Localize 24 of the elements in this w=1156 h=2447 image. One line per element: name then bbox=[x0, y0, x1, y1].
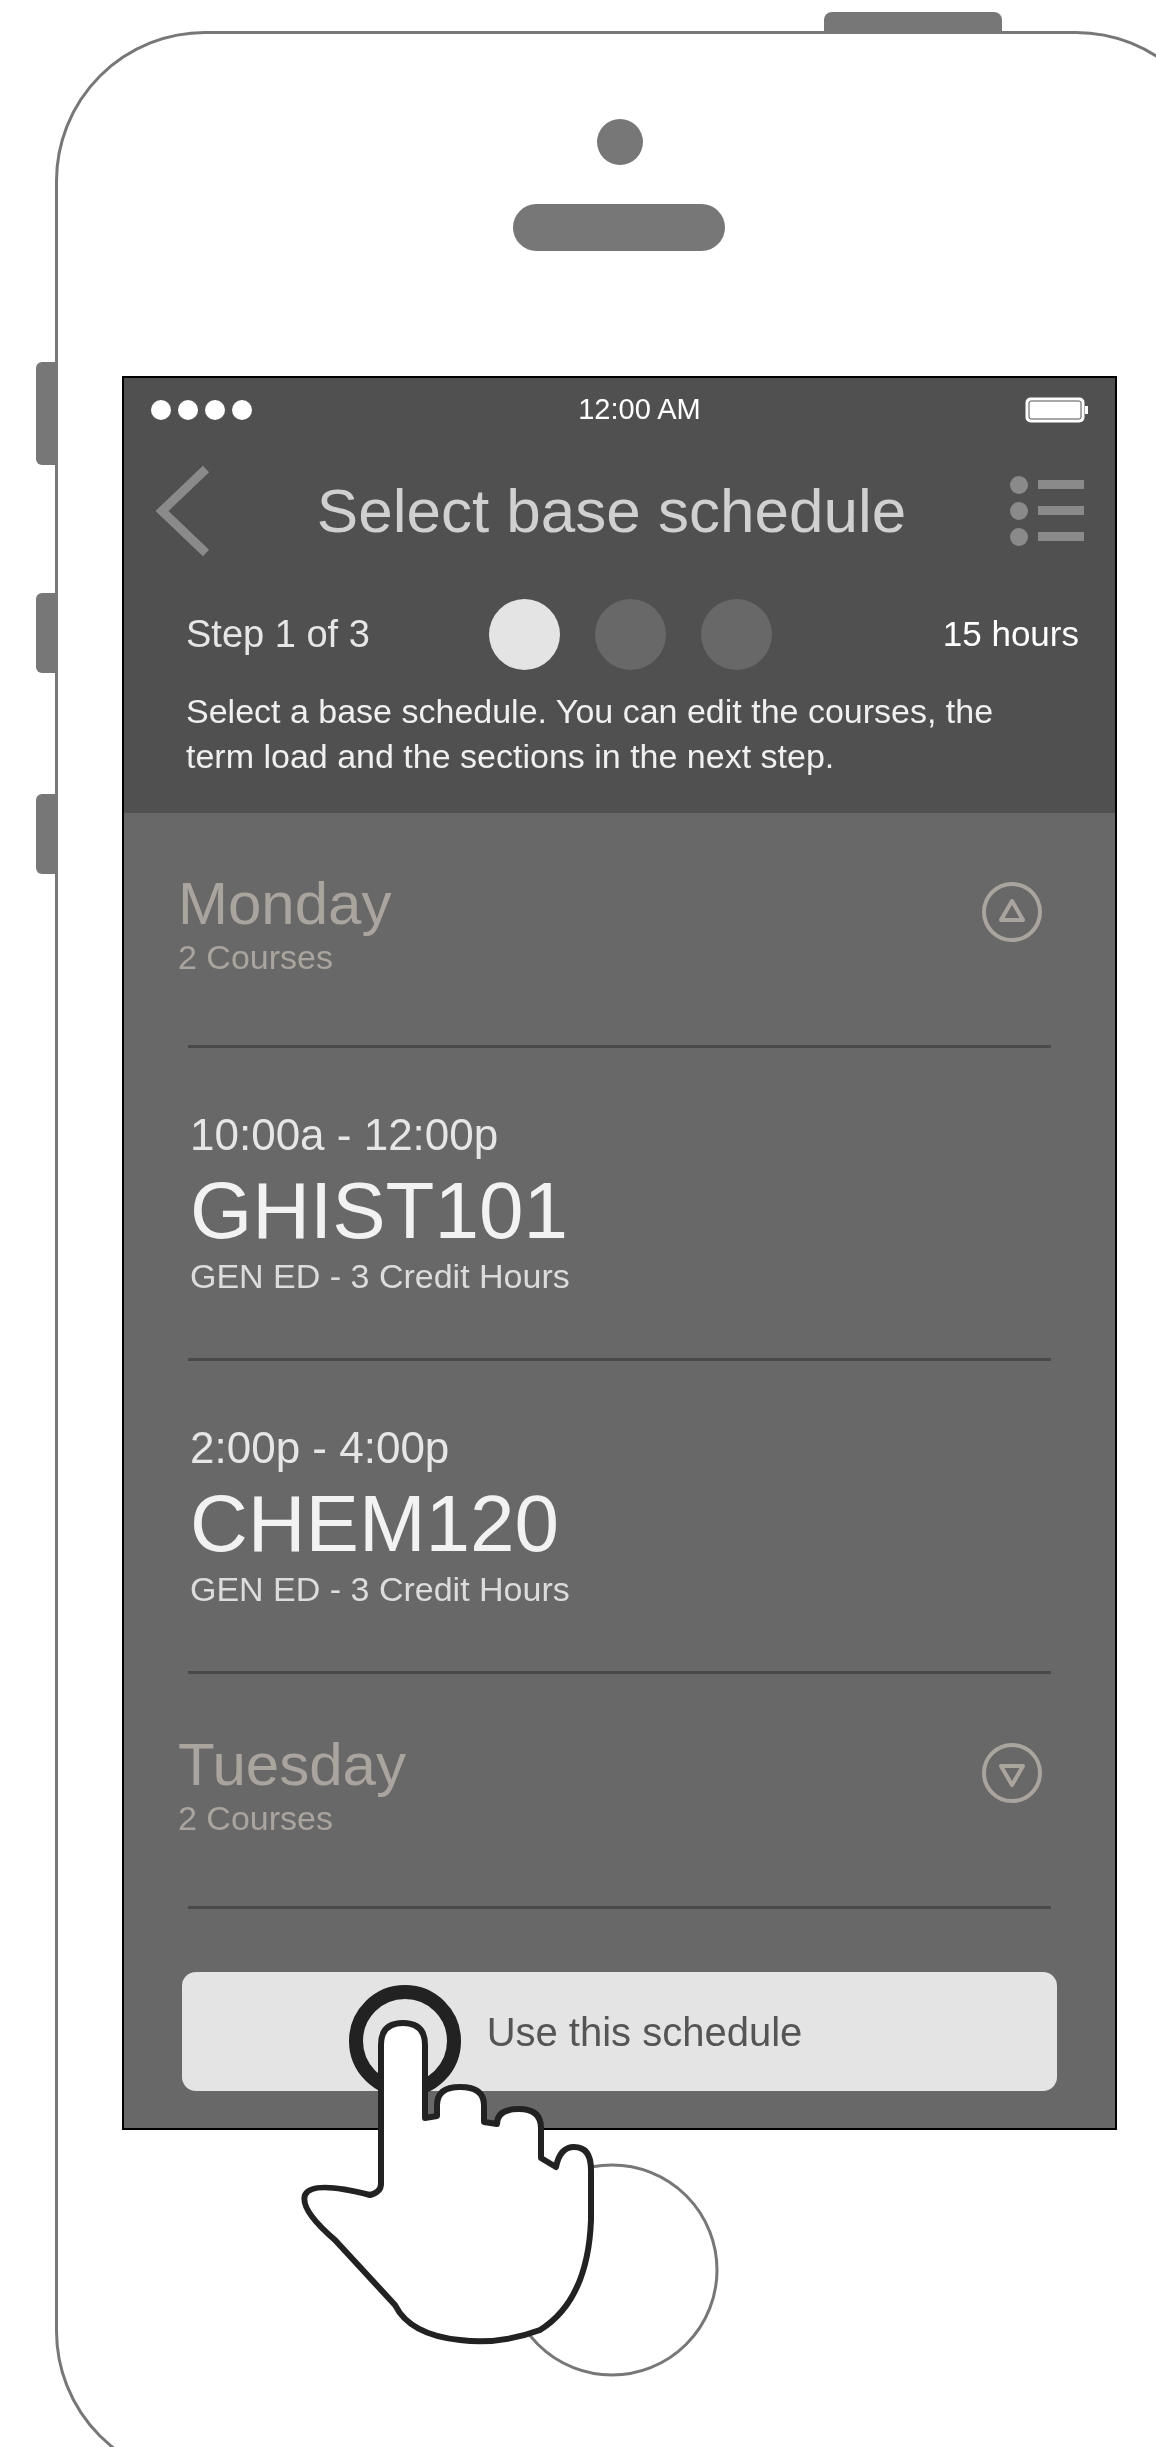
toggle-button[interactable] bbox=[981, 1742, 1043, 1804]
signal-dots-icon bbox=[150, 399, 254, 421]
battery-icon bbox=[1025, 397, 1089, 423]
toggle-button[interactable] bbox=[981, 881, 1043, 943]
total-hours: 15 hours bbox=[942, 612, 1079, 655]
status-time: 12:00 AM bbox=[578, 392, 701, 428]
course-count: 2 Courses bbox=[178, 937, 334, 977]
course-code: GHIST101 bbox=[190, 1166, 569, 1256]
course-detail: GEN ED - 3 Credit Hours bbox=[190, 1569, 571, 1609]
day-name: Tuesday bbox=[178, 1732, 406, 1798]
course-count: 2 Courses bbox=[178, 1798, 334, 1838]
screen-title: Select base schedule bbox=[316, 475, 907, 547]
course-time: 10:00a - 12:00p bbox=[190, 1110, 500, 1160]
instruction-text: Select a base schedule. You can edit the courses, the term load and the sections in the next step. bbox=[185, 691, 995, 777]
course-detail: GEN ED - 3 Credit Hours bbox=[190, 1256, 571, 1296]
back-chevron-icon bbox=[154, 464, 212, 557]
expand-icon bbox=[981, 1742, 1043, 1804]
use-schedule-button[interactable]: Use this schedule bbox=[182, 1972, 1057, 2091]
course-code: CHEM120 bbox=[190, 1479, 561, 1569]
menu-icon bbox=[1010, 474, 1084, 547]
day-name: Monday bbox=[178, 871, 392, 937]
step-label: Step 1 of 3 bbox=[186, 611, 371, 657]
course-time: 2:00p - 4:00p bbox=[190, 1423, 451, 1473]
collapse-icon bbox=[981, 881, 1043, 943]
